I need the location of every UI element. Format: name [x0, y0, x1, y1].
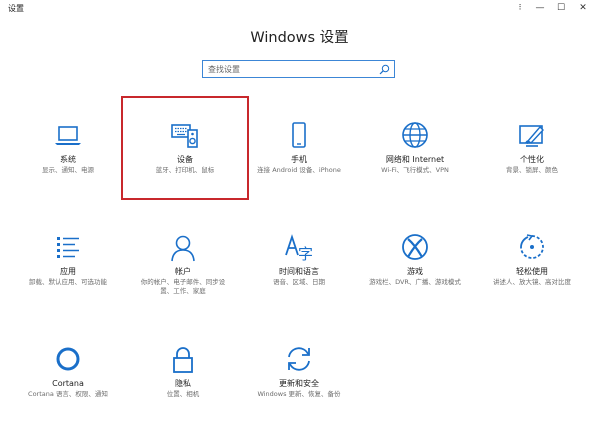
tile-name: 个性化: [520, 155, 544, 164]
close-button[interactable]: ✕: [576, 2, 590, 14]
tile-update-security[interactable]: 更新和安全 Windows 更新、恢复、备份: [245, 345, 353, 399]
tile-desc: 位置、相机: [166, 390, 200, 398]
tile-cortana[interactable]: Cortana Cortana 语言、权限、通知: [14, 345, 122, 399]
account-icon: [171, 235, 195, 262]
tile-desc: Wi-Fi、飞行模式、VPN: [381, 166, 449, 174]
svg-text:字: 字: [298, 245, 313, 263]
tile-phone[interactable]: 手机 连接 Android 设备、iPhone: [245, 121, 353, 175]
tile-name: 网络和 Internet: [385, 155, 445, 164]
tile-network[interactable]: 网络和 Internet Wi-Fi、飞行模式、VPN: [361, 121, 469, 175]
devices-icon: [171, 124, 198, 148]
ease-of-access-icon: [520, 234, 544, 259]
tile-name: 隐私: [175, 379, 191, 388]
tile-ease-of-access[interactable]: 轻松使用 讲述人、放大镜、高对比度: [478, 233, 586, 287]
tile-desc: 背景、锁屏、颜色: [506, 166, 558, 174]
search-input[interactable]: [208, 63, 373, 75]
minimize-button[interactable]: —: [533, 2, 547, 14]
tile-desc: Cortana 语言、权限、通知: [28, 390, 108, 398]
maximize-button[interactable]: ☐: [554, 2, 568, 14]
laptop-icon: [55, 126, 81, 145]
title-bar: 设置 ⁝ — ☐ ✕: [0, 0, 599, 18]
tile-desc: 你的帐户、电子邮件、同步设置、工作、家庭: [140, 278, 226, 295]
more-options-button[interactable]: ⁝: [513, 2, 527, 14]
tile-name: 轻松使用: [516, 267, 548, 276]
lock-icon: [173, 347, 193, 373]
tile-desc: 游戏栏、DVR、广播、游戏模式: [369, 278, 461, 286]
personalization-icon: [519, 125, 544, 147]
page-title: Windows 设置: [250, 30, 349, 46]
app-title: 设置: [8, 4, 24, 13]
tile-desc: 显示、通知、电源: [42, 166, 94, 174]
tile-system[interactable]: 系统 显示、通知、电源: [14, 121, 122, 175]
settings-window: 设置 ⁝ — ☐ ✕ Windows 设置 系统 显示、通知、电源: [0, 0, 599, 421]
cortana-icon: [56, 347, 80, 371]
search-box[interactable]: [202, 60, 395, 78]
tile-name: Cortana: [52, 379, 84, 388]
tile-name: 帐户: [175, 267, 191, 276]
search-icon[interactable]: [379, 64, 390, 75]
tile-time-language[interactable]: 字 时间和语言 语音、区域、日期: [245, 233, 353, 287]
tile-gaming[interactable]: 游戏 游戏栏、DVR、广播、游戏模式: [361, 233, 469, 287]
tile-name: 系统: [60, 155, 76, 164]
tile-desc: 连接 Android 设备、iPhone: [257, 166, 341, 174]
apps-icon: [57, 237, 79, 258]
tile-name: 应用: [60, 267, 76, 276]
phone-icon: [292, 122, 306, 148]
tile-privacy[interactable]: 隐私 位置、相机: [129, 345, 237, 399]
tile-personalization[interactable]: 个性化 背景、锁屏、颜色: [478, 121, 586, 175]
tile-name: 更新和安全: [279, 379, 319, 388]
tile-name: 时间和语言: [279, 267, 319, 276]
tile-desc: Windows 更新、恢复、备份: [257, 390, 341, 398]
globe-icon: [402, 122, 428, 148]
time-language-icon: 字: [285, 234, 313, 263]
tile-desc: 蓝牙、打印机、鼠标: [155, 166, 215, 174]
tile-desc: 讲述人、放大镜、高对比度: [493, 278, 571, 286]
update-icon: [288, 347, 310, 371]
tile-apps[interactable]: 应用 卸载、默认应用、可选功能: [14, 233, 122, 287]
tile-desc: 语音、区域、日期: [273, 278, 325, 286]
tile-name: 设备: [177, 155, 193, 164]
tile-accounts[interactable]: 帐户 你的帐户、电子邮件、同步设置、工作、家庭: [129, 233, 237, 296]
tile-name: 游戏: [407, 267, 423, 276]
tile-devices[interactable]: 设备 蓝牙、打印机、鼠标: [131, 121, 239, 175]
tile-name: 手机: [291, 155, 307, 164]
xbox-icon: [402, 234, 428, 260]
tile-desc: 卸载、默认应用、可选功能: [29, 278, 107, 286]
